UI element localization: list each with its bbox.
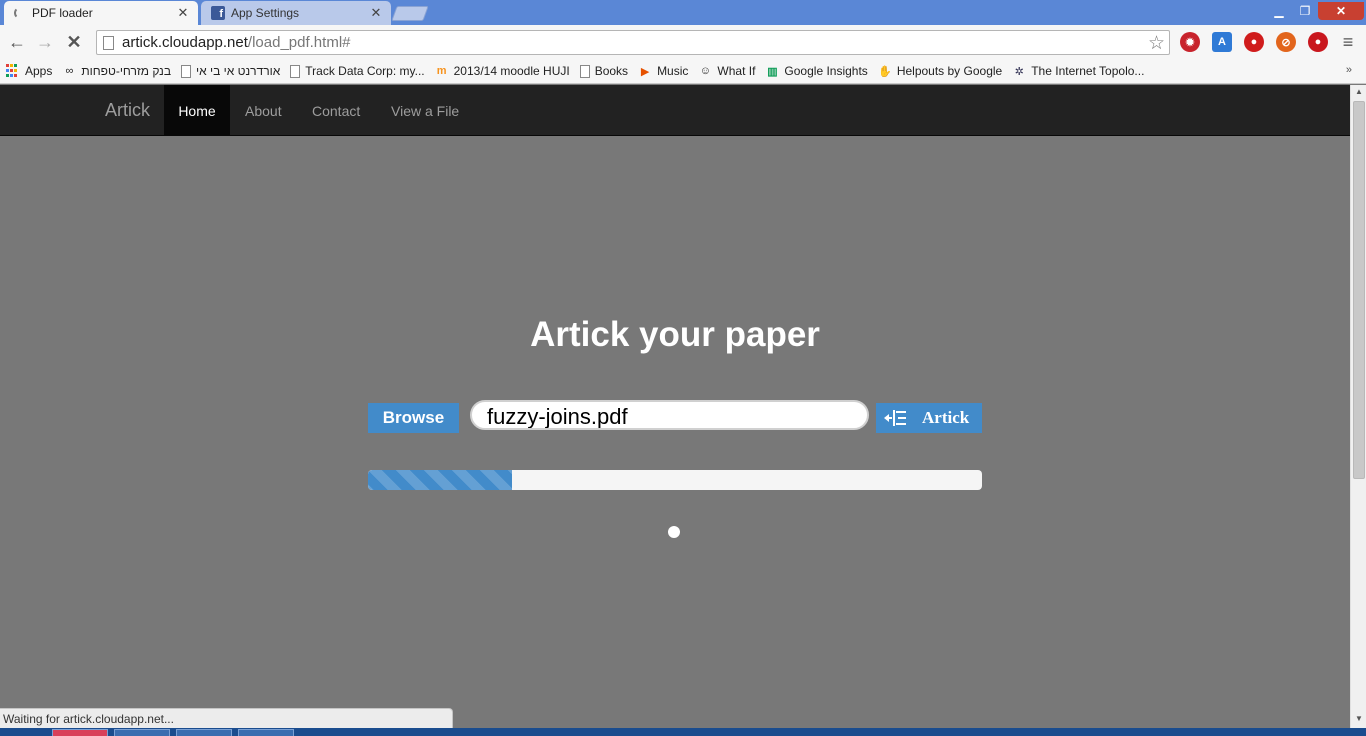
outdent-icon <box>884 410 906 426</box>
bookmark-label: The Internet Topolo... <box>1031 64 1145 78</box>
play-music-icon: ▶ <box>640 65 650 78</box>
url-host: artick.cloudapp.net <box>122 34 248 51</box>
bookmark-star-icon[interactable]: ☆ <box>1148 32 1165 55</box>
site-navbar: Artick Home About Contact View a File <box>0 85 1350 136</box>
page-scrollbar[interactable]: ▲ ▼ <box>1350 85 1366 728</box>
site-brand[interactable]: Artick <box>105 100 150 121</box>
os-taskbar <box>0 728 1366 736</box>
apps-grid-icon <box>6 64 20 78</box>
forward-arrow-icon[interactable]: → <box>34 32 56 52</box>
mizrahi-bank-icon: ∞ <box>65 65 74 77</box>
upload-progress <box>368 470 982 490</box>
artick-submit-button[interactable]: Artick <box>876 403 982 433</box>
chrome-menu-icon[interactable]: ≡ <box>1338 32 1358 53</box>
loading-spinner-icon <box>14 7 26 19</box>
upload-progress-bar <box>368 470 513 490</box>
translate-icon[interactable]: A <box>1212 32 1232 52</box>
nav-view-a-file[interactable]: View a File <box>391 85 459 136</box>
helpouts-icon: ✋ <box>877 65 892 78</box>
page-icon <box>103 35 114 50</box>
bookmark-track-data[interactable]: Track Data Corp: my... <box>290 64 425 78</box>
bookmark-label: Books <box>594 64 629 78</box>
bookmarks-overflow-icon[interactable]: » <box>1346 64 1352 76</box>
stop-loading-icon[interactable]: ✕ <box>63 32 85 52</box>
bookmark-music[interactable]: ▶ Music <box>638 64 689 78</box>
bookmark-apps[interactable]: Apps <box>6 64 52 78</box>
minimize-icon[interactable]: ▁ <box>1266 2 1292 20</box>
bookmark-label: בנק מזרחי-טפחות <box>81 64 172 78</box>
page-icon <box>579 64 590 78</box>
tab-close-icon[interactable]: ✕ <box>369 5 383 21</box>
bookmark-label: Apps <box>25 64 53 78</box>
xkcd-icon: ☺ <box>699 65 712 77</box>
tab-title: App Settings <box>231 6 300 20</box>
topology-icon: ✲ <box>1014 65 1024 78</box>
restore-icon[interactable]: ❐ <box>1292 2 1318 20</box>
browser-toolbar: ← → ✕ artick.cloudapp.net /load_pdf.html… <box>0 25 1366 59</box>
page-icon <box>181 64 192 78</box>
facebook-icon: f <box>211 6 225 20</box>
page-icon <box>290 64 301 78</box>
scroll-up-arrow-icon[interactable]: ▲ <box>1351 87 1366 99</box>
new-tab-button[interactable] <box>391 6 429 21</box>
bookmark-internet-topology[interactable]: ✲ The Internet Topolo... <box>1012 64 1145 78</box>
bookmark-label: Music <box>657 64 689 78</box>
address-bar[interactable]: artick.cloudapp.net /load_pdf.html# ☆ <box>96 30 1170 55</box>
tab-app-settings[interactable]: f App Settings ✕ <box>201 1 391 25</box>
bookmark-what-if[interactable]: ☺ What If <box>698 64 756 78</box>
nav-contact[interactable]: Contact <box>312 85 360 136</box>
file-name-field[interactable]: fuzzy-joins.pdf <box>470 400 869 430</box>
browse-button[interactable]: Browse <box>368 403 459 433</box>
taskbar-item[interactable] <box>114 729 170 736</box>
bookmark-helpouts[interactable]: ✋ Helpouts by Google <box>878 64 1002 78</box>
nav-about[interactable]: About <box>245 85 282 136</box>
scroll-thumb[interactable] <box>1353 101 1365 479</box>
moodle-icon: m <box>436 65 447 77</box>
tab-pdf-loader[interactable]: PDF loader ✕ <box>4 1 198 25</box>
extension-badge-icon[interactable]: ● <box>1308 32 1328 52</box>
bookmark-books[interactable]: Books <box>579 64 629 78</box>
taskbar-item[interactable] <box>176 729 232 736</box>
loading-dot-icon <box>668 526 680 538</box>
extension-gear-icon[interactable]: ✹ <box>1180 32 1200 52</box>
bookmark-ordernet[interactable]: אורדרנט אי בי אי <box>181 64 280 78</box>
taskbar-item[interactable] <box>52 729 108 736</box>
bookmark-label: What If <box>717 64 756 78</box>
tab-title: PDF loader <box>32 6 93 20</box>
back-arrow-icon[interactable]: ← <box>6 32 28 52</box>
bookmarks-bar: Apps ∞ בנק מזרחי-טפחות אורדרנט אי בי אי … <box>0 59 1366 84</box>
bookmark-moodle[interactable]: m 2013/14 moodle HUJI <box>435 64 570 78</box>
bookmark-label: Google Insights <box>784 64 868 78</box>
bookmark-label: Helpouts by Google <box>896 64 1003 78</box>
tab-close-icon[interactable]: ✕ <box>176 5 190 21</box>
url-path: /load_pdf.html# <box>247 34 351 51</box>
bookmark-google-insights[interactable]: ▥ Google Insights <box>765 64 868 78</box>
taskbar-item[interactable] <box>238 729 294 736</box>
scroll-down-arrow-icon[interactable]: ▼ <box>1351 714 1366 726</box>
window-close-icon[interactable]: ✕ <box>1318 2 1364 20</box>
bookmark-label: אורדרנט אי בי אי <box>196 64 281 78</box>
page-title: Artick your paper <box>530 315 820 354</box>
bookmark-label: 2013/14 moodle HUJI <box>453 64 570 78</box>
insights-icon: ▥ <box>767 65 778 78</box>
artick-button-label: Artick <box>922 408 970 427</box>
bookmark-mizrahi[interactable]: ∞ בנק מזרחי-טפחות <box>62 64 171 78</box>
status-bubble: Waiting for artick.cloudapp.net... <box>0 708 453 728</box>
nav-home[interactable]: Home <box>164 85 230 136</box>
browser-tab-strip: PDF loader ✕ f App Settings ✕ ▁ ❐ ✕ <box>0 0 1366 25</box>
adblock-icon[interactable]: ● <box>1244 32 1264 52</box>
extension-no-icon[interactable]: ⊘ <box>1276 32 1296 52</box>
bookmark-label: Track Data Corp: my... <box>305 64 425 78</box>
